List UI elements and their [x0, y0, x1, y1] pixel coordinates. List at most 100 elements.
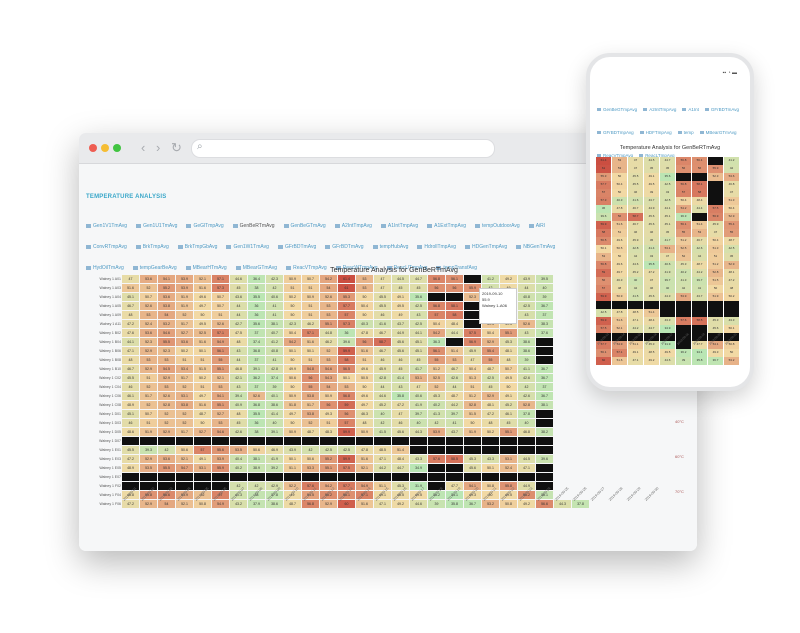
- mobile-heatmap-cell[interactable]: 52.5: [676, 245, 691, 253]
- heatmap-cell[interactable]: 50.6: [302, 455, 319, 463]
- heatmap-cell[interactable]: 46: [392, 419, 409, 427]
- heatmap-cell[interactable]: 45.1: [122, 293, 139, 301]
- mobile-heatmap-cell[interactable]: [644, 301, 659, 309]
- heatmap-cell[interactable]: 54.2: [284, 338, 301, 346]
- heatmap-cell[interactable]: [644, 437, 661, 445]
- heatmap-cell[interactable]: 40.7: [266, 329, 283, 337]
- heatmap-cell[interactable]: 47.8: [356, 446, 373, 454]
- heatmap-cell[interactable]: 45: [230, 284, 247, 292]
- heatmap-cell[interactable]: 51: [176, 356, 193, 364]
- heatmap-cell[interactable]: 52: [320, 347, 337, 355]
- heatmap-cell[interactable]: 47: [374, 275, 391, 283]
- heatmap-cell[interactable]: [572, 464, 589, 472]
- heatmap-cell[interactable]: [302, 473, 319, 481]
- heatmap-cell[interactable]: [590, 437, 607, 445]
- heatmap-cell[interactable]: 52.1: [176, 455, 193, 463]
- back-icon[interactable]: ‹: [141, 139, 145, 157]
- heatmap-cell[interactable]: [572, 446, 589, 454]
- mobile-heatmap-cell[interactable]: 53.9: [676, 293, 691, 301]
- heatmap-cell[interactable]: [482, 446, 499, 454]
- heatmap-cell[interactable]: 57.6: [428, 455, 445, 463]
- heatmap-cell[interactable]: 43.6: [230, 293, 247, 301]
- heatmap-cell[interactable]: 47.8: [356, 329, 373, 337]
- heatmap-cell[interactable]: 56: [428, 284, 445, 292]
- heatmap-cell[interactable]: 53.8: [302, 392, 319, 400]
- heatmap-cell[interactable]: 42: [266, 284, 283, 292]
- heatmap-cell[interactable]: 44.8: [320, 329, 337, 337]
- tab-temphubavg[interactable]: tempHubAvg: [372, 244, 408, 250]
- heatmap-cell[interactable]: 53.6: [158, 455, 175, 463]
- heatmap-cell[interactable]: 36: [248, 302, 265, 310]
- heatmap-cell[interactable]: 50.7: [140, 293, 157, 301]
- heatmap-cell[interactable]: 50: [284, 383, 301, 391]
- mobile-tab-genbegtmpavg[interactable]: GenBeGTmpAvg: [597, 107, 637, 112]
- heatmap-cell[interactable]: 56: [356, 338, 373, 346]
- mobile-heatmap-cell[interactable]: 49.1: [644, 173, 659, 181]
- heatmap-cell[interactable]: 54.1: [212, 392, 229, 400]
- mobile-heatmap-cell[interactable]: 53: [612, 157, 627, 165]
- mobile-heatmap-cell[interactable]: 47: [724, 189, 739, 197]
- heatmap-cell[interactable]: 51: [212, 311, 229, 319]
- mobile-heatmap-cell[interactable]: 56.9: [708, 213, 723, 221]
- heatmap-cell[interactable]: [554, 356, 571, 364]
- mobile-heatmap-cell[interactable]: 49.1: [628, 349, 643, 357]
- heatmap-cell[interactable]: 40.4: [230, 455, 247, 463]
- heatmap-cell[interactable]: 36.8: [248, 401, 265, 409]
- heatmap-cell[interactable]: [608, 410, 625, 418]
- mobile-heatmap-cell[interactable]: [676, 173, 691, 181]
- heatmap-cell[interactable]: [572, 437, 589, 445]
- mobile-heatmap-cell[interactable]: 35.8: [644, 261, 659, 269]
- heatmap-cell[interactable]: 51.3: [464, 374, 481, 382]
- heatmap-cell[interactable]: 46.2: [320, 338, 337, 346]
- heatmap-cell[interactable]: [212, 473, 229, 481]
- mobile-heatmap-cell[interactable]: 48: [612, 285, 627, 293]
- heatmap-cell[interactable]: 55.1: [500, 428, 517, 436]
- heatmap-cell[interactable]: 48.3: [320, 428, 337, 436]
- mobile-heatmap-cell[interactable]: 59.9: [596, 317, 611, 325]
- heatmap-cell[interactable]: [608, 464, 625, 472]
- heatmap-cell[interactable]: 53.1: [176, 392, 193, 400]
- heatmap-cell[interactable]: [626, 419, 643, 427]
- heatmap-cell[interactable]: 44.6: [230, 275, 247, 283]
- heatmap-cell[interactable]: 40: [266, 419, 283, 427]
- heatmap-cell[interactable]: 37.6: [536, 329, 553, 337]
- heatmap-cell[interactable]: 53.6: [140, 275, 157, 283]
- heatmap-cell[interactable]: 43.7: [446, 428, 463, 436]
- heatmap-cell[interactable]: 48.5: [374, 446, 391, 454]
- heatmap-cell[interactable]: 57: [428, 311, 445, 319]
- mobile-heatmap-cell[interactable]: 56.8: [596, 261, 611, 269]
- heatmap-cell[interactable]: [590, 455, 607, 463]
- heatmap-cell[interactable]: 53.1: [500, 455, 517, 463]
- mobile-heatmap-cell[interactable]: 52.3: [708, 173, 723, 181]
- heatmap-cell[interactable]: 52.9: [482, 392, 499, 400]
- heatmap-cell[interactable]: 52.4: [140, 320, 157, 328]
- heatmap-cell[interactable]: 41.9: [266, 455, 283, 463]
- heatmap-cell[interactable]: 50: [356, 383, 373, 391]
- heatmap-cell[interactable]: 40.3: [356, 320, 373, 328]
- heatmap-cell[interactable]: 38.9: [248, 464, 265, 472]
- mobile-heatmap-cell[interactable]: 51.4: [644, 309, 659, 317]
- mobile-heatmap-cell[interactable]: [708, 157, 723, 165]
- mobile-heatmap-cell[interactable]: 34.1: [692, 349, 707, 357]
- heatmap-cell[interactable]: 48: [482, 419, 499, 427]
- tab-a2inttmpavg[interactable]: A2IntTmpAvg: [334, 223, 372, 229]
- heatmap-cell[interactable]: 36: [338, 329, 355, 337]
- mobile-heatmap-cell[interactable]: [628, 301, 643, 309]
- mobile-heatmap-cell[interactable]: 52: [676, 253, 691, 261]
- heatmap-cell[interactable]: [536, 419, 553, 427]
- heatmap-cell[interactable]: [446, 338, 463, 346]
- heatmap-cell[interactable]: 50: [194, 311, 211, 319]
- heatmap-cell[interactable]: 36.7: [536, 374, 553, 382]
- mobile-heatmap-cell[interactable]: 61: [596, 165, 611, 173]
- heatmap-cell[interactable]: 38.1: [536, 401, 553, 409]
- heatmap-cell[interactable]: 50.2: [176, 347, 193, 355]
- heatmap-cell[interactable]: [536, 347, 553, 355]
- heatmap-cell[interactable]: [554, 311, 571, 319]
- heatmap-cell[interactable]: 51.6: [302, 338, 319, 346]
- mobile-heatmap-cell[interactable]: 59.9: [596, 293, 611, 301]
- mobile-heatmap-cell[interactable]: 40.3: [612, 197, 627, 205]
- heatmap-cell[interactable]: 49.5: [194, 320, 211, 328]
- heatmap-cell[interactable]: 56: [446, 284, 463, 292]
- heatmap-cell[interactable]: 58: [338, 356, 355, 364]
- heatmap-cell[interactable]: 56: [338, 410, 355, 418]
